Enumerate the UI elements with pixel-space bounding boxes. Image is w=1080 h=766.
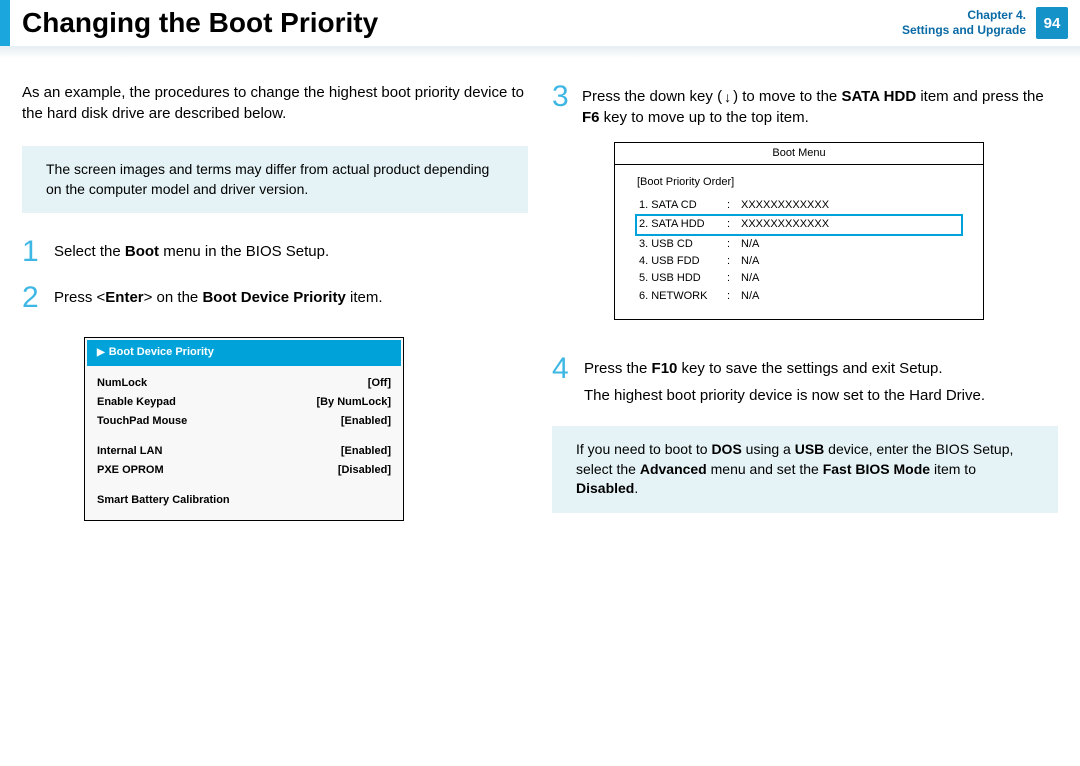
bios-header-row: ▶ Boot Device Priority bbox=[87, 340, 401, 365]
boot-menu-title: Boot Menu bbox=[615, 143, 983, 165]
step-4-line2: The highest boot priority device is now … bbox=[584, 385, 1058, 406]
step-number-icon: 1 bbox=[22, 237, 44, 267]
chapter-line1: Chapter 4. bbox=[902, 8, 1026, 23]
content-columns: As an example, the procedures to change … bbox=[0, 58, 1080, 537]
step-1-body: Select the Boot menu in the BIOS Setup. bbox=[54, 237, 528, 267]
page-title: Changing the Boot Priority bbox=[22, 7, 378, 39]
note-box-2: If you need to boot to DOS using a USB d… bbox=[552, 426, 1058, 513]
boot-menu-preview: Boot Menu [Boot Priority Order] 1. SATA … bbox=[614, 142, 984, 320]
header-shadow bbox=[0, 48, 1080, 58]
step-2-body: Press <Enter> on the Boot Device Priorit… bbox=[54, 283, 528, 313]
step-3: 3 Press the down key (↓) to move to the … bbox=[552, 82, 1058, 128]
page-header: Changing the Boot Priority Chapter 4. Se… bbox=[0, 0, 1080, 48]
bios-separator bbox=[97, 481, 391, 491]
bios-row: Internal LAN[Enabled] bbox=[97, 442, 391, 461]
bios-separator bbox=[97, 432, 391, 442]
triangle-right-icon: ▶ bbox=[97, 347, 105, 358]
step-number-icon: 3 bbox=[552, 82, 574, 128]
bios-rows: NumLock[Off]Enable Keypad[By NumLock]Tou… bbox=[85, 368, 403, 520]
chapter-line2: Settings and Upgrade bbox=[902, 23, 1026, 38]
step-4-line1: Press the F10 key to save the settings a… bbox=[584, 358, 1058, 379]
bios-row: Enable Keypad[By NumLock] bbox=[97, 393, 391, 412]
boot-item: 6. NETWORK:N/A bbox=[637, 288, 961, 305]
bios-group2: Internal LAN[Enabled]PXE OPROM[Disabled] bbox=[97, 442, 391, 481]
boot-item: 1. SATA CD:XXXXXXXXXXXX bbox=[637, 197, 961, 214]
step-1: 1 Select the Boot menu in the BIOS Setup… bbox=[22, 237, 528, 267]
bios-footer-label: Smart Battery Calibration bbox=[97, 493, 230, 508]
boot-item: 4. USB FDD:N/A bbox=[637, 253, 961, 270]
step-number-icon: 2 bbox=[22, 283, 44, 313]
intro-paragraph: As an example, the procedures to change … bbox=[22, 82, 528, 124]
boot-section-label: [Boot Priority Order] bbox=[637, 175, 961, 190]
bios-row: TouchPad Mouse[Enabled] bbox=[97, 412, 391, 431]
right-column: 3 Press the down key (↓) to move to the … bbox=[552, 82, 1058, 537]
step-2: 2 Press <Enter> on the Boot Device Prior… bbox=[22, 283, 528, 313]
note1-text: The screen images and terms may differ f… bbox=[46, 161, 489, 197]
bios-setup-preview: ▶ Boot Device Priority NumLock[Off]Enable… bbox=[84, 337, 404, 521]
bios-row: PXE OPROM[Disabled] bbox=[97, 461, 391, 480]
boot-item: 3. USB CD:N/A bbox=[637, 236, 961, 253]
step-4: 4 Press the F10 key to save the settings… bbox=[552, 354, 1058, 406]
boot-item: 2. SATA HDD:XXXXXXXXXXXX bbox=[635, 214, 963, 235]
bios-row: NumLock[Off] bbox=[97, 374, 391, 393]
step-4-body: Press the F10 key to save the settings a… bbox=[584, 354, 1058, 406]
step-number-icon: 4 bbox=[552, 354, 574, 406]
page-number: 94 bbox=[1036, 7, 1068, 39]
header-right: Chapter 4. Settings and Upgrade 94 bbox=[902, 7, 1080, 39]
left-column: As an example, the procedures to change … bbox=[22, 82, 528, 537]
bios-header-label: Boot Device Priority bbox=[109, 346, 214, 358]
boot-menu-body: [Boot Priority Order] 1. SATA CD:XXXXXXX… bbox=[615, 165, 983, 319]
down-arrow-icon: ↓ bbox=[724, 89, 731, 105]
boot-items-list: 1. SATA CD:XXXXXXXXXXXX2. SATA HDD:XXXXX… bbox=[637, 197, 961, 305]
boot-item: 5. USB HDD:N/A bbox=[637, 270, 961, 287]
step-3-body: Press the down key (↓) to move to the SA… bbox=[582, 82, 1058, 128]
bios-footer-row: Smart Battery Calibration bbox=[97, 491, 391, 510]
bios-group1: NumLock[Off]Enable Keypad[By NumLock]Tou… bbox=[97, 374, 391, 432]
note-box-1: The screen images and terms may differ f… bbox=[22, 146, 528, 213]
chapter-info: Chapter 4. Settings and Upgrade bbox=[902, 8, 1026, 38]
